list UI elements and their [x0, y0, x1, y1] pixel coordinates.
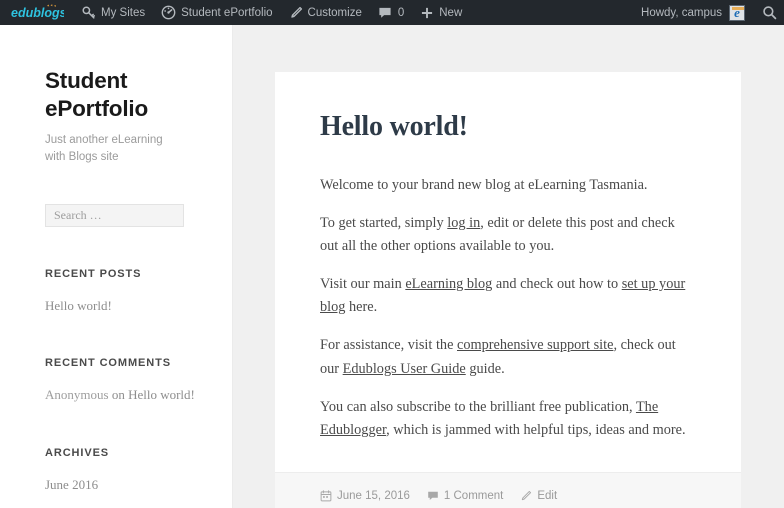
post-inline-link[interactable]: log in — [447, 215, 480, 231]
pencil-brush-icon — [290, 6, 302, 18]
post-comments-label: 1 Comment — [443, 490, 504, 502]
widget-title: ARCHIVES — [45, 447, 110, 460]
comment-count: 0 — [397, 6, 405, 19]
post-title[interactable]: Hello world! — [320, 110, 696, 144]
widget-recent-posts: RECENT POSTS Hello world! — [45, 268, 206, 317]
admin-bar-label: Customize — [307, 6, 362, 19]
dashboard-gauge-icon — [161, 5, 176, 20]
admin-bar-item-site-name[interactable]: Student ePortfolio — [153, 0, 280, 25]
admin-bar-label: New — [439, 6, 463, 19]
comment-author: Anonymous — [45, 387, 109, 403]
widget-title: RECENT POSTS — [45, 267, 142, 280]
admin-bar-item-comments[interactable]: 0 — [370, 0, 412, 25]
post-card: Hello world! Welcome to your brand new b… — [275, 72, 741, 508]
post-paragraph: To get started, simply log in, edit or d… — [320, 212, 696, 258]
list-item: Hello world! — [45, 296, 206, 317]
recent-post-link[interactable]: Hello world! — [45, 298, 112, 313]
comment-bubble-icon — [379, 7, 391, 18]
post-paragraph: For assistance, visit the comprehensive … — [320, 334, 696, 380]
post-paragraph: You can also subscribe to the brilliant … — [320, 396, 696, 442]
post-text: here. — [345, 299, 378, 316]
admin-bar-item-new[interactable]: New — [412, 0, 470, 25]
archives-list: June 2016 — [45, 475, 206, 496]
edublogs-logo[interactable]: edublogs — [0, 0, 74, 25]
comment-post-link[interactable]: Hello world! — [128, 387, 195, 402]
admin-bar-my-account[interactable]: Howdy, campus e — [632, 0, 754, 25]
site-description: Just another eLearning with Blogs site — [45, 134, 163, 163]
comment-bubble-icon — [428, 491, 438, 501]
svg-text:edublogs: edublogs — [11, 6, 64, 20]
howdy-label: Howdy, campus — [641, 6, 722, 19]
admin-bar: edublogs My Sites Student ePortfolio Cus… — [0, 0, 784, 25]
post-edit-label: Edit — [537, 490, 558, 502]
post-meta-footer: June 15, 2016 1 Comment Edit — [275, 472, 741, 508]
admin-bar-spacer — [470, 0, 632, 25]
widget-recent-comments: RECENT COMMENTS Anonymous on Hello world… — [45, 357, 206, 406]
post-inline-link[interactable]: Edublogs User Guide — [343, 361, 466, 377]
post-date[interactable]: June 15, 2016 — [320, 490, 410, 502]
plus-icon — [422, 7, 433, 18]
list-item: Anonymous on Hello world! — [45, 385, 206, 406]
admin-bar-item-my-sites[interactable]: My Sites — [74, 0, 153, 25]
widget-archives: ARCHIVES June 2016 — [45, 447, 206, 496]
post-text: , which is jammed with helpful tips, ide… — [386, 421, 686, 438]
widget-title: RECENT COMMENTS — [45, 357, 171, 370]
admin-bar-right: Howdy, campus e — [632, 0, 784, 25]
pencil-icon — [522, 490, 532, 501]
post-date-label: June 15, 2016 — [337, 490, 410, 502]
post-edit-link[interactable]: Edit — [520, 490, 557, 502]
edublogs-logo-icon: edublogs — [11, 4, 64, 20]
search-icon — [762, 6, 776, 20]
post-body-wrapper: Hello world! Welcome to your brand new b… — [275, 72, 741, 472]
archive-link[interactable]: June 2016 — [45, 477, 98, 492]
sidebar: Student ePortfolio Just another eLearnin… — [0, 25, 233, 508]
admin-bar-label: My Sites — [101, 6, 146, 19]
post-paragraph: Visit our main eLearning blog and check … — [320, 273, 696, 319]
post-comments-link[interactable]: 1 Comment — [427, 490, 503, 502]
avatar-letter: e — [734, 5, 740, 20]
recent-posts-list: Hello world! — [45, 296, 206, 317]
page-wrapper: Student ePortfolio Just another eLearnin… — [0, 25, 784, 508]
admin-bar-label: Student ePortfolio — [181, 6, 273, 19]
post-text: guide. — [465, 360, 505, 377]
content-area: Hello world! Welcome to your brand new b… — [234, 25, 784, 508]
avatar: e — [729, 4, 745, 21]
search-input[interactable] — [45, 203, 184, 227]
post-text: You can also subscribe to the brilliant … — [320, 398, 636, 415]
post-paragraph: Welcome to your brand new blog at eLearn… — [320, 174, 696, 197]
post-content: Welcome to your brand new blog at eLearn… — [320, 174, 696, 442]
post-inline-link[interactable]: comprehensive support site — [457, 337, 613, 353]
post-text: Welcome to your brand new blog at eLearn… — [320, 176, 648, 193]
comment-connector: on — [108, 387, 129, 403]
key-icon — [82, 5, 95, 19]
post-inline-link[interactable]: eLearning blog — [405, 276, 492, 292]
recent-comments-list: Anonymous on Hello world! — [45, 385, 206, 406]
post-text: Visit our main — [320, 276, 406, 293]
site-title[interactable]: Student ePortfolio — [45, 67, 206, 123]
admin-bar-search-button[interactable] — [754, 0, 784, 25]
calendar-icon — [320, 490, 332, 502]
list-item: June 2016 — [45, 475, 206, 496]
post-text: To get started, simply — [320, 214, 448, 231]
admin-bar-item-customize[interactable]: Customize — [281, 0, 370, 25]
post-text: For assistance, visit the — [320, 337, 457, 354]
sidebar-search — [45, 203, 206, 227]
post-text: and check out how to — [492, 276, 622, 293]
